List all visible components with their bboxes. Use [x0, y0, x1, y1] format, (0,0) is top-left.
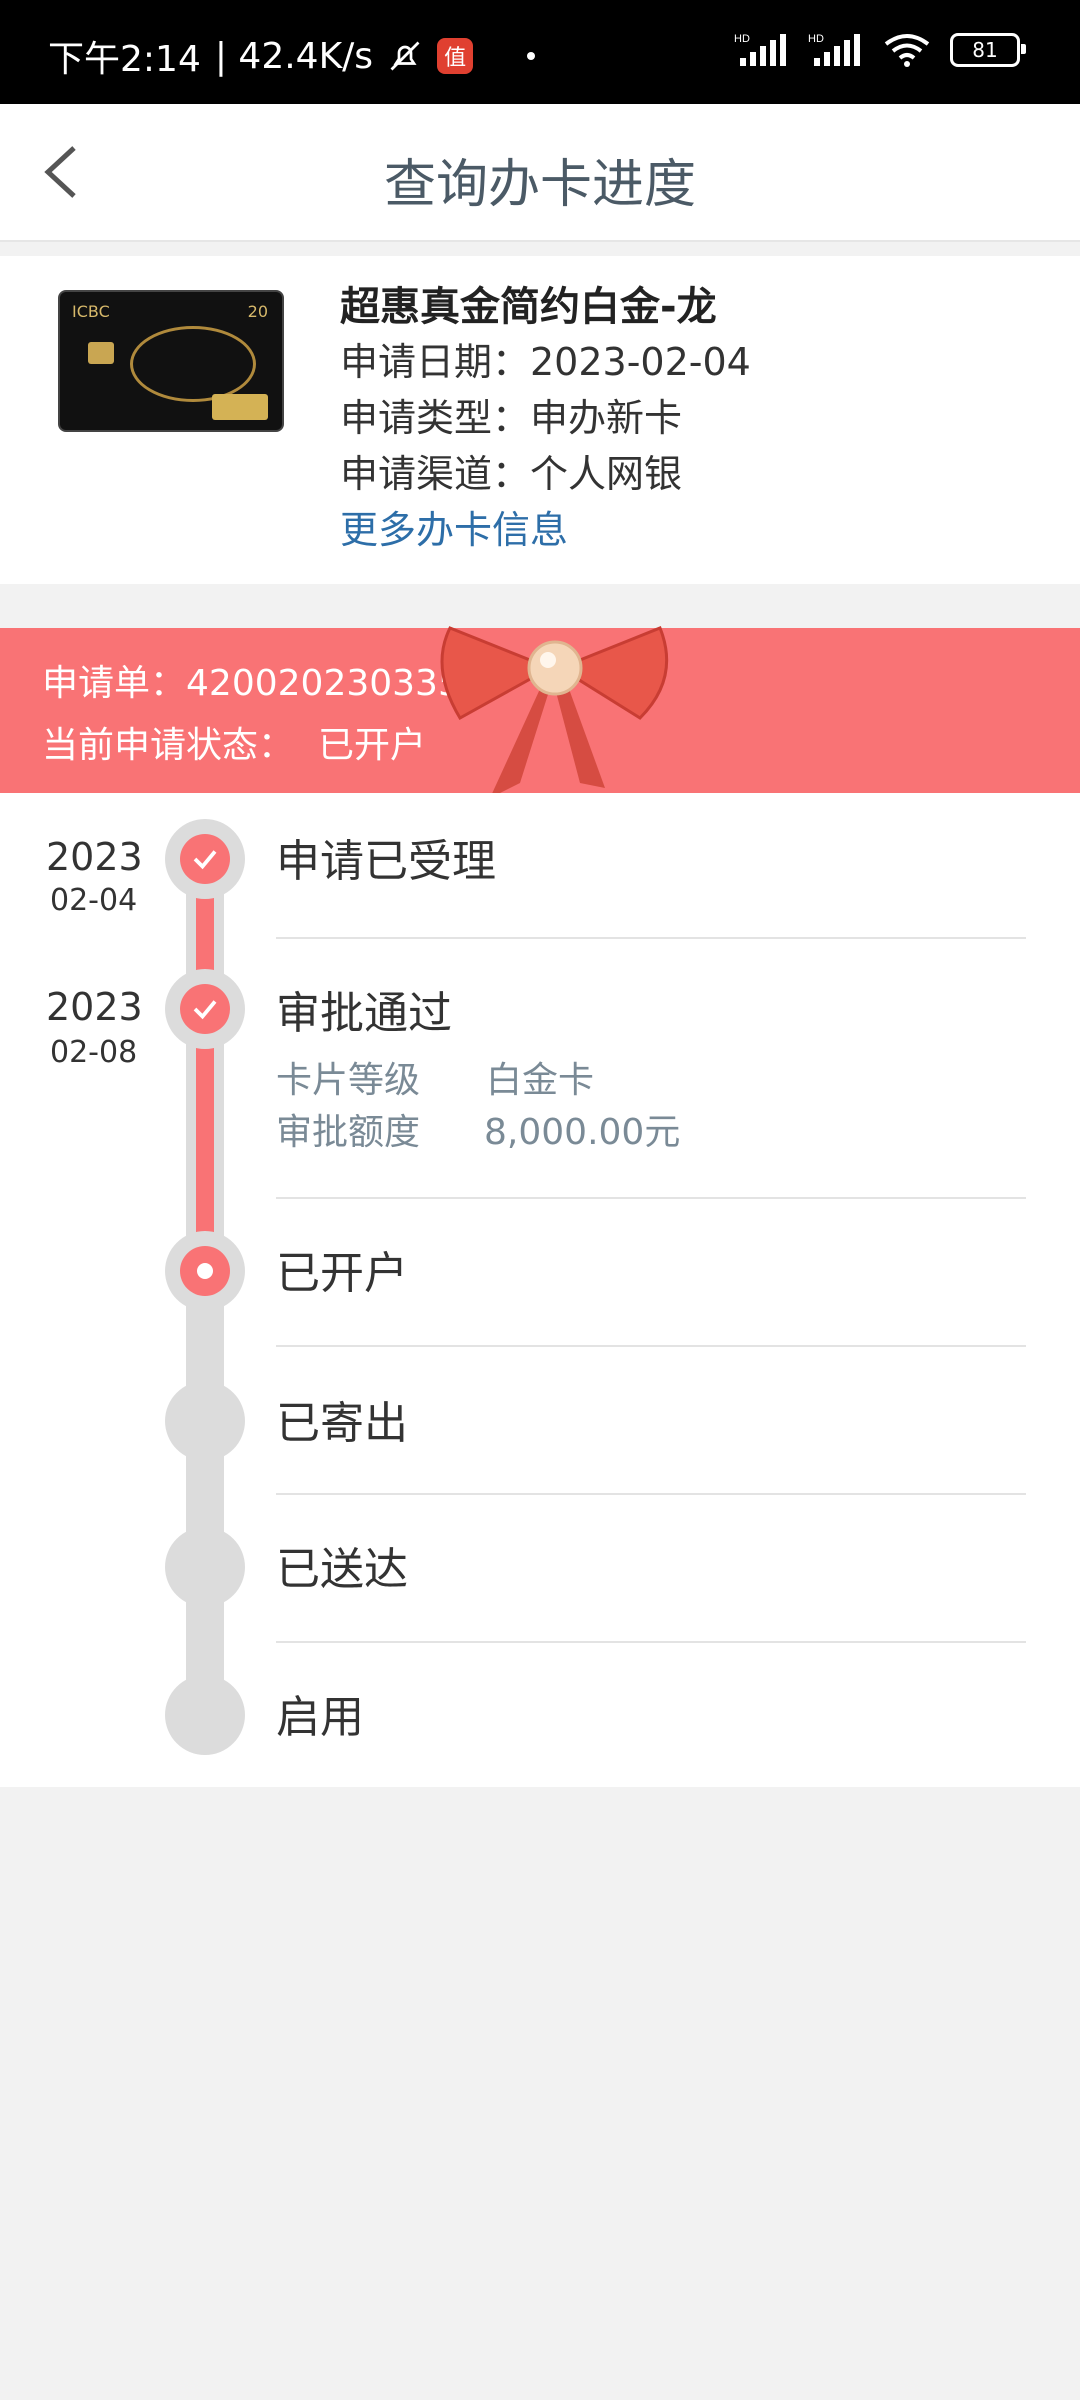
- detail-row: 卡片等级 白金卡: [276, 1051, 594, 1103]
- step-label: 已送达: [276, 1544, 408, 1595]
- timeline-node-done: [165, 819, 245, 899]
- battery-icon: 81: [950, 33, 1026, 67]
- notification-dot-icon: [527, 52, 536, 60]
- step-divider: [276, 1197, 1026, 1199]
- step-label: 已寄出: [276, 1398, 408, 1449]
- card-chip-icon: [88, 342, 114, 364]
- step-divider: [276, 1345, 1026, 1347]
- status-label: 当前申请状态：: [42, 725, 295, 766]
- timeline-node-current: [165, 1231, 245, 1311]
- timeline-node-done: [165, 969, 245, 1049]
- timeline-track-progress: [196, 853, 214, 1263]
- check-icon: [193, 1000, 217, 1020]
- more-card-info-link[interactable]: 更多办卡信息: [340, 502, 751, 558]
- step-divider: [276, 1641, 1026, 1643]
- top-app-bar: 查询办卡进度: [0, 104, 1080, 242]
- wifi-icon: [884, 34, 930, 67]
- signal-hd-label: HD: [734, 33, 750, 45]
- timeline-node-pending: [165, 1675, 245, 1755]
- step-divider: [276, 1493, 1026, 1495]
- apply-date: 申请日期：2023-02-04: [340, 340, 751, 384]
- status-network-speed: | 42.4K/s: [214, 35, 374, 77]
- step-date-year: 2023: [46, 835, 143, 879]
- step-label: 启用: [276, 1692, 364, 1743]
- status-bar: 下午2:14 | 42.4K/s 值 HD HD 81: [0, 0, 1080, 104]
- step-date-year: 2023: [46, 985, 143, 1029]
- progress-timeline: 2023 02-04 申请已受理 2023 02-08 审批通过 卡片等级 白金卡…: [0, 793, 1080, 1787]
- card-network-logo-icon: [212, 394, 268, 420]
- detail-value: 白金卡: [486, 1060, 595, 1101]
- status-value: 已开户: [318, 725, 427, 766]
- timeline-node-pending: [165, 1527, 245, 1607]
- card-image-mark: 20: [247, 302, 268, 321]
- check-icon: [193, 850, 217, 870]
- battery-level: 81: [972, 38, 998, 62]
- signal-hd-label-2: HD: [808, 33, 824, 45]
- app-notification-icon: 值: [437, 38, 474, 74]
- step-label: 已开户: [276, 1248, 408, 1299]
- status-time: 下午2:14: [48, 39, 201, 80]
- detail-row: 审批额度 8,000.00元: [276, 1103, 680, 1155]
- current-dot-icon: [197, 1263, 213, 1279]
- card-info-panel: ICBC 20 超惠真金简约白金-龙 申请日期：2023-02-04 申请类型：…: [0, 256, 1080, 584]
- signal-icon-2: HD: [808, 33, 860, 66]
- dragon-emblem-icon: [130, 326, 256, 402]
- detail-key: 卡片等级: [276, 1060, 421, 1101]
- card-image-brand: ICBC: [72, 302, 110, 321]
- step-date-md: 02-08: [50, 1035, 138, 1070]
- card-name: 超惠真金简约白金-龙: [340, 284, 717, 330]
- order-label: 申请单：: [42, 663, 187, 704]
- apply-channel: 申请渠道：个人网银: [340, 452, 683, 496]
- credit-card-image: ICBC 20: [60, 292, 282, 430]
- page-title: 查询办卡进度: [383, 155, 696, 215]
- detail-value: 8,000.00元: [484, 1112, 681, 1153]
- ribbon-bow-decoration-icon: [440, 626, 669, 798]
- step-label: 申请已受理: [276, 836, 496, 887]
- step-divider: [276, 937, 1026, 939]
- step-date-md: 02-04: [50, 883, 138, 918]
- timeline-node-pending: [165, 1381, 245, 1461]
- apply-type: 申请类型：申办新卡: [340, 396, 683, 440]
- mute-bell-icon: [390, 41, 420, 71]
- step-label: 审批通过: [276, 988, 452, 1039]
- detail-key: 审批额度: [276, 1112, 421, 1153]
- signal-icon: HD: [734, 33, 786, 66]
